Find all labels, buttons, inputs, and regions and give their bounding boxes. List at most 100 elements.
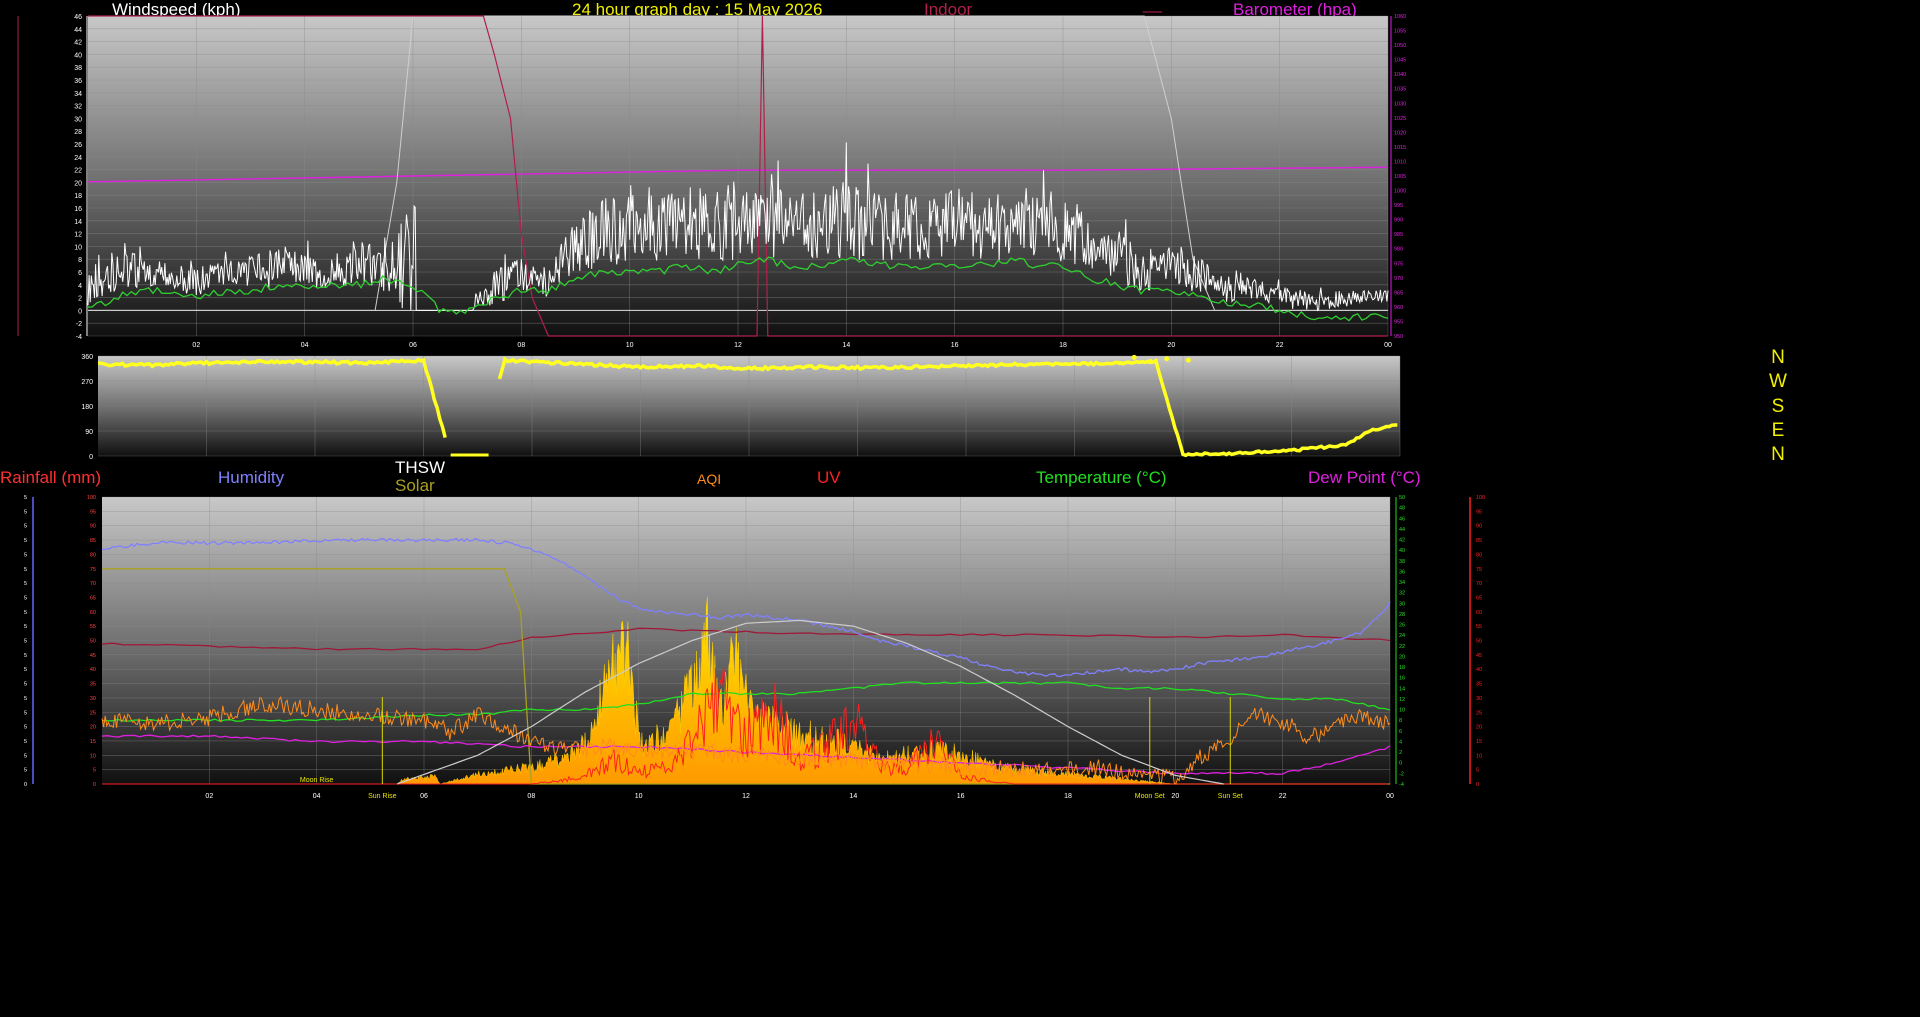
humidity-y-tick: 70 (90, 581, 96, 587)
uv-y-tick: 25 (1476, 710, 1482, 716)
temperature-y-tick: 12 (1399, 697, 1405, 703)
wind-x-tick: 18 (1059, 342, 1067, 349)
wind-y-tick: 6 (78, 270, 82, 277)
barometer-y-tick: 1015 (1394, 145, 1406, 151)
rainfall-y-tick: 0 (24, 782, 27, 788)
rainfall-y-tick: 5 (24, 552, 27, 558)
wind-y-tick: 8 (78, 257, 82, 264)
temperature-y-tick: 6 (1399, 729, 1402, 735)
direction-y-tick: 360 (81, 354, 93, 361)
humidity-y-tick: 80 (90, 552, 96, 558)
temperature-y-tick: 22 (1399, 644, 1405, 650)
wind-y-tick: 46 (74, 14, 82, 21)
rainfall-y-tick: 5 (24, 524, 27, 530)
rainfall-y-tick: 5 (24, 509, 27, 515)
wind-y-tick: 16 (74, 206, 82, 213)
barometer-y-tick: 1050 (1394, 43, 1406, 49)
temperature-y-tick: 4 (1399, 739, 1402, 745)
wind-y-tick: 20 (74, 180, 82, 187)
climate-x-tick: 02 (205, 793, 213, 800)
barometer-y-tick: 1020 (1394, 130, 1406, 136)
wind-y-tick: 28 (74, 129, 82, 136)
barometer-y-tick: 955 (1394, 319, 1403, 325)
wind-y-tick: 30 (74, 116, 82, 123)
rainfall-y-tick: 5 (24, 653, 27, 659)
barometer-y-tick: 1040 (1394, 72, 1406, 78)
humidity-y-tick: 30 (90, 696, 96, 702)
rainfall-y-tick: 5 (24, 624, 27, 630)
barometer-y-tick: 965 (1394, 290, 1403, 296)
wind-y-tick: 40 (74, 52, 82, 59)
barometer-y-tick: 970 (1394, 276, 1403, 282)
temperature-y-tick: 40 (1399, 548, 1405, 554)
barometer-y-tick: 1005 (1394, 174, 1406, 180)
wind-y-tick: -4 (76, 334, 82, 341)
humidity-y-tick: 5 (93, 768, 96, 774)
uv-y-tick: 60 (1476, 610, 1482, 616)
humidity-y-tick: 85 (90, 538, 96, 544)
barometer-y-tick: 1060 (1394, 14, 1406, 20)
uv-y-tick: 5 (1476, 768, 1479, 774)
humidity-y-tick: 55 (90, 624, 96, 630)
rainfall-y-tick: 5 (24, 567, 27, 573)
humidity-y-tick: 20 (90, 725, 96, 731)
temperature-y-tick: 2 (1399, 750, 1402, 756)
climate-left-axis: 1009590858075706560555045403530252015105… (87, 495, 96, 788)
climate-x-tick: 10 (635, 793, 643, 800)
rainfall-y-tick: 5 (24, 768, 27, 774)
barometer-y-tick: 995 (1394, 203, 1403, 209)
wind-left-axis: 4644424038363432302826242220181614121086… (17, 14, 88, 341)
direction-left-axis: 360 270 180 90 0 (81, 354, 93, 461)
temperature-y-tick: 44 (1399, 527, 1405, 533)
direction-y-tick: 90 (85, 429, 93, 436)
temperature-y-tick: -4 (1399, 782, 1404, 788)
uv-y-tick: 70 (1476, 581, 1482, 587)
uv-axis: 1009590858075706560555045403530252015105… (1469, 495, 1485, 788)
temperature-y-tick: 36 (1399, 569, 1405, 575)
wind-y-tick: 36 (74, 78, 82, 85)
humidity-y-tick: 65 (90, 595, 96, 601)
uv-y-tick: 95 (1476, 509, 1482, 515)
humidity-y-tick: 15 (90, 739, 96, 745)
uv-y-tick: 15 (1476, 739, 1482, 745)
wind-y-tick: 0 (78, 308, 82, 315)
temperature-y-tick: 8 (1399, 718, 1402, 724)
climate-x-tick: 14 (849, 793, 857, 800)
rainfall-y-tick: 5 (24, 667, 27, 673)
direction-y-tick: 180 (81, 404, 93, 411)
rainfall-y-tick: 5 (24, 639, 27, 645)
climate-x-tick: 04 (313, 793, 321, 800)
uv-y-tick: 20 (1476, 725, 1482, 731)
uv-y-tick: 65 (1476, 595, 1482, 601)
uv-y-tick: 100 (1476, 495, 1485, 501)
wind-x-tick: 12 (734, 342, 742, 349)
temperature-y-tick: 14 (1399, 686, 1405, 692)
wind-x-tick: 16 (951, 342, 959, 349)
climate-x-tick: 06 (420, 793, 428, 800)
uv-y-tick: 80 (1476, 552, 1482, 558)
weather-charts: 4644424038363432302826242220181614121086… (17, 14, 1485, 800)
wind-x-tick: 22 (1276, 342, 1284, 349)
wind-y-tick: 42 (74, 40, 82, 47)
rainfall-y-tick: 5 (24, 710, 27, 716)
humidity-y-tick: 45 (90, 653, 96, 659)
temperature-y-tick: -2 (1399, 771, 1404, 777)
wind-x-tick: 04 (301, 342, 309, 349)
barometer-right-axis: 1060 1055 1050 1045 1040 1035 1030 1025 1020 1015… (1390, 14, 1406, 340)
sun-rise-label: Sun Rise (368, 793, 397, 800)
humidity-y-tick: 50 (90, 639, 96, 645)
barometer-y-tick: 1045 (1394, 58, 1406, 64)
sun-set-label: Sun Set (1218, 793, 1243, 800)
barometer-y-tick: 1025 (1394, 116, 1406, 122)
uv-y-tick: 35 (1476, 682, 1482, 688)
uv-y-tick: 85 (1476, 538, 1482, 544)
climate-x-tick: 22 (1279, 793, 1287, 800)
rainfall-y-tick: 5 (24, 538, 27, 544)
temperature-y-tick: 38 (1399, 559, 1405, 565)
direction-point (1164, 356, 1170, 362)
barometer-y-tick: 985 (1394, 232, 1403, 238)
wind-y-tick: 24 (74, 155, 82, 162)
wind-y-tick: 4 (78, 283, 82, 290)
moon-set-label: Moon Set (1135, 793, 1165, 800)
barometer-y-tick: 1035 (1394, 87, 1406, 93)
